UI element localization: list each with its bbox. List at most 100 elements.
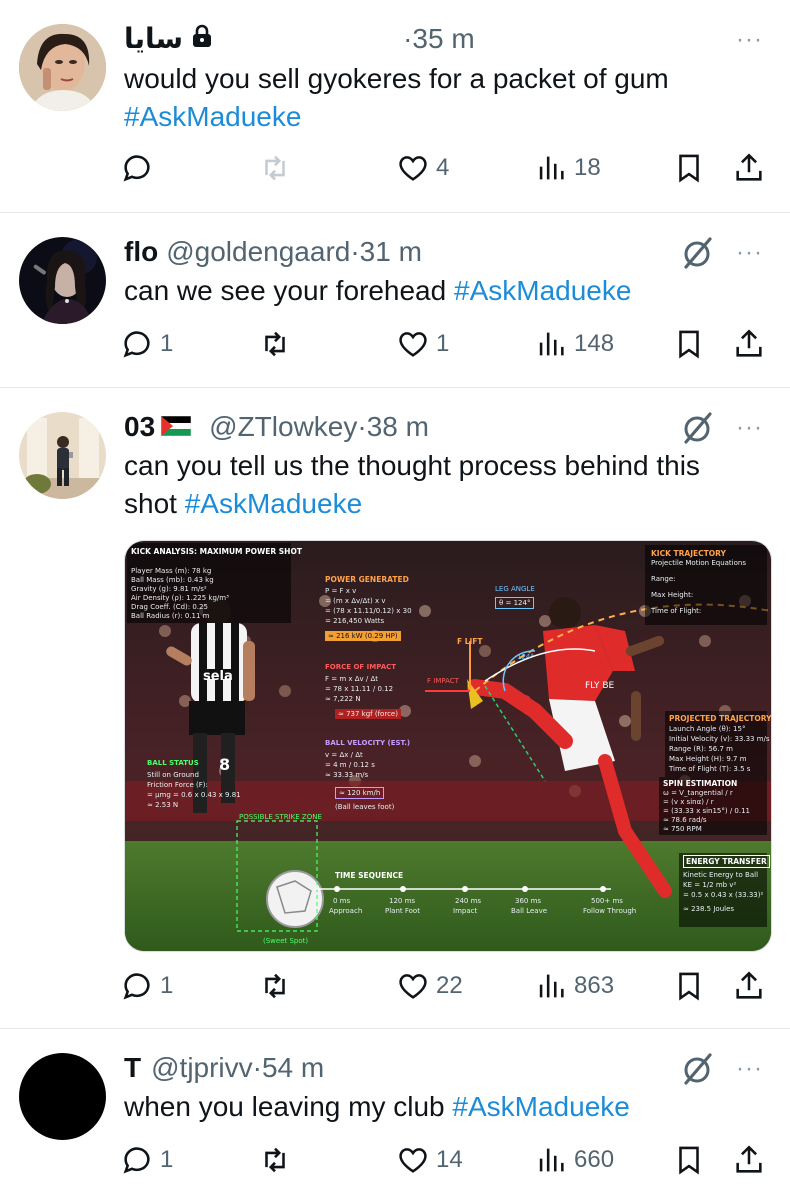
action-bar: 1 1 148 (120, 324, 770, 364)
handle[interactable]: @tjprivv (151, 1051, 253, 1085)
share-button[interactable] (732, 1140, 766, 1180)
hashtag-link[interactable]: #AskMadueke (452, 1091, 629, 1122)
velocity-line: v = Δx / Δt (325, 751, 363, 759)
power-result: ≈ 216 kW (0.29 HP) (325, 631, 401, 641)
more-options-icon[interactable]: ··· (736, 239, 763, 267)
time-step: 500+ ms (591, 897, 623, 905)
like-button[interactable]: 14 (396, 1140, 463, 1180)
repost-icon (265, 331, 285, 357)
time-sequence-title: TIME SEQUENCE (335, 871, 404, 880)
spin-line: ≈ 78.6 rad/s (663, 816, 707, 824)
handle[interactable]: @ZTlowkey (209, 410, 357, 444)
velocity-line: = 4 m / 0.12 s (325, 761, 375, 769)
like-count: 22 (436, 972, 463, 999)
reply-button[interactable]: 1 (120, 1140, 173, 1180)
like-button[interactable]: 1 (396, 324, 449, 364)
grok-icon[interactable] (680, 235, 716, 271)
time-label: Approach (329, 907, 363, 915)
views-button[interactable]: 660 (534, 1140, 614, 1180)
shirt-number: 8 (219, 755, 231, 774)
action-bar: 4 18 (120, 148, 770, 188)
more-options-icon[interactable]: ··· (736, 1055, 763, 1083)
spin-line: = (33.33 x sin15°) / 0.11 (663, 807, 751, 815)
trajectory-line: Max Height: (651, 591, 694, 599)
reply-icon (123, 331, 150, 358)
bookmark-button[interactable] (672, 148, 706, 188)
timestamp[interactable]: 31 m (360, 235, 422, 269)
panel-title: KICK ANALYSIS: MAXIMUM POWER SHOT (131, 547, 302, 556)
tweet-4[interactable]: T @tjprivv · 54 m ··· when you leaving m… (0, 1029, 790, 1200)
bookmark-button[interactable] (672, 324, 706, 364)
like-count: 4 (436, 154, 450, 181)
views-button[interactable]: 148 (534, 324, 614, 364)
display-name[interactable]: flo (124, 235, 158, 269)
bookmark-icon (679, 154, 699, 183)
grok-icon[interactable] (680, 1051, 716, 1087)
handle[interactable]: @goldengaard (166, 235, 350, 269)
views-button[interactable]: 863 (534, 966, 614, 1006)
action-bar: 1 14 660 (120, 1140, 770, 1180)
separator: · (350, 236, 360, 267)
more-options-icon[interactable]: ··· (736, 414, 763, 442)
repost-button[interactable] (258, 148, 298, 188)
time-step: 120 ms (389, 897, 416, 905)
avatar[interactable] (19, 237, 106, 324)
share-button[interactable] (732, 324, 766, 364)
ball-status-line: Friction Force (F): (147, 781, 208, 789)
bookmark-button[interactable] (672, 966, 706, 1006)
display-name[interactable]: سايا (124, 22, 183, 56)
tweet-media-image[interactable]: KICK ANALYSIS: MAXIMUM POWER SHOT Player… (124, 540, 772, 952)
views-button[interactable]: 18 (534, 148, 601, 188)
share-icon (736, 153, 762, 181)
tweet-text-line: would you sell gyokeres for a packet of … (124, 63, 669, 94)
trajectory-title: KICK TRAJECTORY (651, 549, 726, 558)
repost-button[interactable] (258, 1140, 298, 1180)
action-bar: 1 22 863 (120, 966, 770, 1006)
timestamp[interactable]: 54 m (262, 1051, 324, 1085)
impact-label: F IMPACT (427, 677, 459, 685)
force-title: FORCE OF IMPACT (325, 663, 397, 671)
panel-line: Player Mass (m): 78 kg (131, 567, 212, 575)
hashtag-link[interactable]: #AskMadueke (124, 98, 764, 136)
time-step: 360 ms (515, 897, 542, 905)
bookmark-button[interactable] (672, 1140, 706, 1180)
power-line: = 216,450 Watts (325, 617, 385, 625)
reply-count: 1 (160, 972, 174, 999)
more-options-icon[interactable]: ··· (736, 26, 763, 54)
avatar[interactable] (19, 24, 106, 111)
bookmark-icon (679, 972, 699, 1001)
like-button[interactable]: 22 (396, 966, 463, 1006)
like-button[interactable]: 4 (396, 148, 449, 188)
reply-icon (123, 155, 150, 182)
share-icon (736, 1145, 762, 1173)
repost-button[interactable] (258, 324, 298, 364)
tweet-text: can you tell us the thought process behi… (124, 447, 764, 523)
repost-button[interactable] (258, 966, 298, 1006)
projected-line: Range (R): 56.7 m (669, 745, 733, 753)
bookmark-icon (679, 330, 699, 359)
projected-title: PROJECTED TRAJECTORY (EST.) (669, 714, 772, 723)
timestamp[interactable]: 38 m (367, 410, 429, 444)
views-chart-icon (539, 156, 564, 180)
tweet-2[interactable]: flo @goldengaard · 31 m ··· can we see y… (0, 213, 790, 387)
time-label: Follow Through (583, 907, 637, 915)
reply-icon (123, 1147, 150, 1174)
ball-status-line: = μmg = 0.6 x 0.43 x 9.81 (147, 791, 241, 799)
display-name[interactable]: T (124, 1051, 141, 1085)
hashtag-link[interactable]: #AskMadueke (185, 488, 362, 519)
share-button[interactable] (732, 966, 766, 1006)
avatar[interactable] (19, 1053, 106, 1140)
tweet-1[interactable]: سايا · 35 m ··· would you sell gyokeres … (0, 0, 790, 212)
hashtag-link[interactable]: #AskMadueke (454, 275, 631, 306)
palestine-flag-icon (160, 410, 192, 444)
reply-button[interactable]: 1 (120, 966, 173, 1006)
display-name[interactable]: 03 (124, 410, 155, 444)
avatar[interactable] (19, 412, 106, 499)
reply-button[interactable]: 1 (120, 324, 173, 364)
tweet-text-line: can you tell us the thought process behi… (124, 450, 700, 481)
reply-button[interactable] (120, 148, 160, 188)
time-label: Plant Foot (385, 907, 420, 915)
grok-icon[interactable] (680, 410, 716, 446)
timestamp[interactable]: 35 m (412, 22, 474, 56)
share-button[interactable] (732, 148, 766, 188)
